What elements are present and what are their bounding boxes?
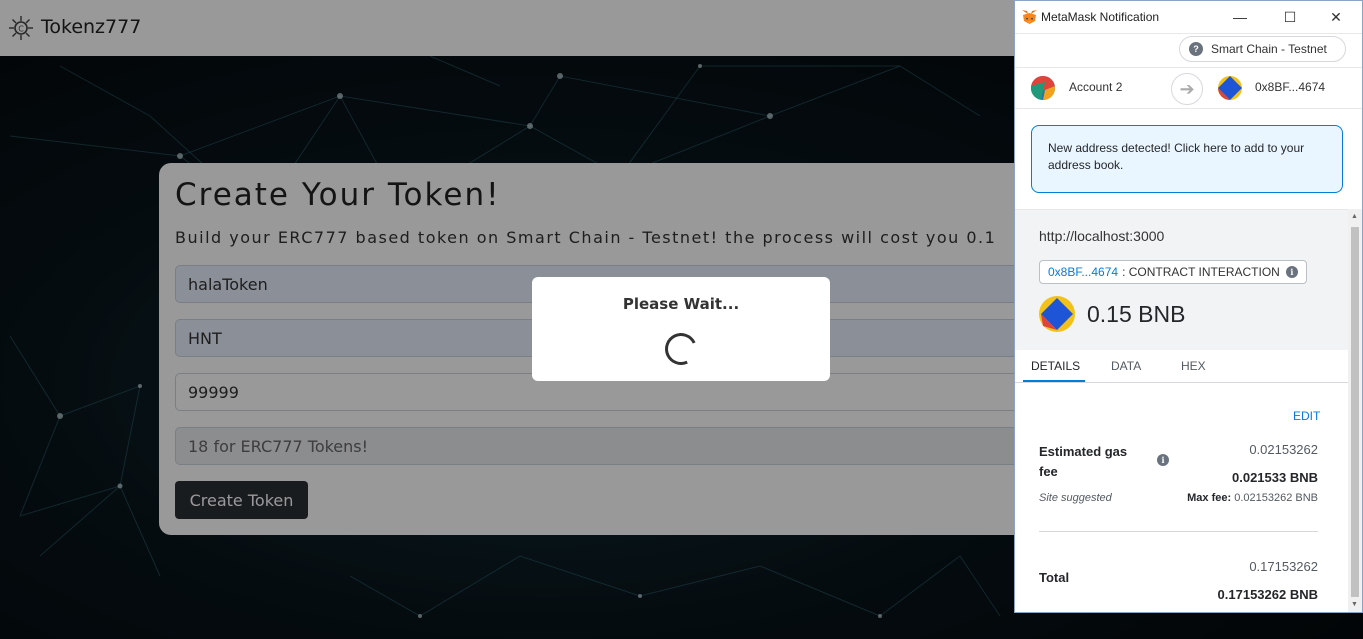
sender-recipient-row: Account 2 ➔ 0x8BF...4674: [1015, 67, 1362, 109]
total-bnb: 0.17153262 BNB: [1217, 587, 1318, 602]
window-title: MetaMask Notification: [1041, 10, 1160, 24]
edit-gas-button[interactable]: EDIT: [1293, 409, 1320, 423]
transaction-summary: http://localhost:3000 0x8BF...4674 : CON…: [1015, 209, 1348, 350]
tab-details[interactable]: DETAILS: [1031, 359, 1080, 373]
loading-spinner-icon: [660, 328, 702, 370]
window-titlebar: MetaMask Notification — ☐ ✕: [1015, 1, 1362, 34]
divider: [1039, 531, 1318, 532]
account-avatar[interactable]: [1031, 76, 1055, 100]
modal-title: Please Wait...: [622, 295, 740, 313]
max-fee-row: Max fee: 0.02153262 BNB: [1187, 492, 1318, 504]
max-fee-value: 0.02153262 BNB: [1234, 492, 1318, 504]
contract-interaction-label: : CONTRACT INTERACTION: [1122, 265, 1280, 279]
metamask-window: MetaMask Notification — ☐ ✕ ? Smart Chai…: [1014, 0, 1363, 613]
please-wait-modal: Please Wait...: [532, 277, 830, 381]
max-fee-label: Max fee:: [1187, 492, 1232, 504]
gas-fee-label: Estimated gas fee: [1039, 444, 1128, 479]
gas-fee-value: 0.02153262: [1249, 442, 1318, 457]
contract-interaction-pill: 0x8BF...4674 : CONTRACT INTERACTION i: [1039, 260, 1307, 284]
tab-hex[interactable]: HEX: [1181, 359, 1206, 373]
minimize-button[interactable]: —: [1230, 7, 1250, 27]
scrollbar-thumb[interactable]: [1351, 227, 1359, 597]
total-value: 0.17153262: [1249, 559, 1318, 574]
scroll-down-icon[interactable]: ▼: [1351, 601, 1358, 608]
transaction-tabs: DETAILS DATA HEX: [1015, 350, 1348, 383]
close-window-button[interactable]: ✕: [1326, 7, 1346, 27]
total-label: Total: [1039, 570, 1070, 585]
active-tab-indicator: [1023, 380, 1085, 382]
recipient-avatar[interactable]: [1218, 76, 1242, 100]
recipient-address[interactable]: 0x8BF...4674: [1255, 80, 1325, 94]
from-account-name[interactable]: Account 2: [1069, 80, 1122, 94]
scroll-up-icon[interactable]: ▲: [1351, 213, 1358, 220]
arrow-right-icon: ➔: [1171, 73, 1203, 105]
contract-address-link[interactable]: 0x8BF...4674: [1048, 265, 1118, 279]
scrollbar[interactable]: ▲ ▼: [1348, 209, 1362, 612]
transaction-amount: 0.15 BNB: [1087, 301, 1186, 327]
gas-fee-bnb: 0.021533 BNB: [1232, 470, 1318, 485]
new-address-alert[interactable]: New address detected! Click here to add …: [1031, 125, 1343, 193]
gas-info-icon[interactable]: i: [1157, 454, 1169, 466]
site-origin: http://localhost:3000: [1039, 228, 1165, 244]
maximize-button[interactable]: ☐: [1280, 7, 1300, 27]
site-suggested-label: Site suggested: [1039, 492, 1112, 504]
network-selector[interactable]: ? Smart Chain - Testnet: [1179, 36, 1346, 62]
info-icon[interactable]: i: [1285, 266, 1298, 278]
network-help-icon: ?: [1189, 42, 1203, 56]
tab-data[interactable]: DATA: [1111, 359, 1141, 373]
network-name: Smart Chain - Testnet: [1211, 42, 1327, 56]
bnb-token-icon: [1039, 296, 1075, 332]
metamask-fox-icon: [1022, 10, 1037, 24]
